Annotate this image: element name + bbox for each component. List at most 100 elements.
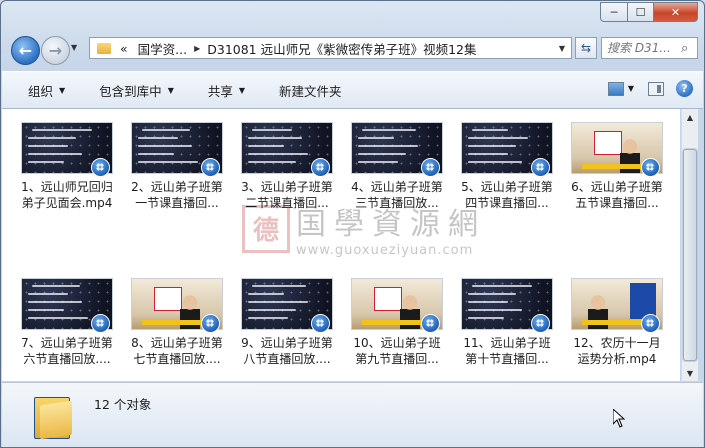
file-name-line: 第九节直播回... — [355, 352, 439, 366]
media-player-icon — [531, 314, 550, 333]
file-name: 6、远山弟子班第 五节课直播回... — [565, 179, 669, 211]
file-item[interactable]: 11、远山弟子班 第十节直播回... — [455, 279, 559, 367]
folder-icon — [97, 42, 111, 54]
file-name-line: 9、远山弟子班第 — [241, 336, 333, 350]
chevron-down-icon[interactable]: ▼ — [628, 84, 634, 93]
refresh-button[interactable]: ⇆ — [575, 37, 597, 59]
search-box[interactable]: ⌕ — [601, 37, 698, 59]
view-options-icon[interactable] — [607, 81, 624, 96]
media-player-icon — [531, 158, 550, 177]
media-player-icon — [91, 314, 110, 333]
media-player-icon — [201, 158, 220, 177]
file-item[interactable]: 7、远山弟子班第 六节直播回放.... — [15, 279, 119, 367]
scroll-down-icon[interactable]: ▼ — [682, 365, 698, 381]
file-name-line: 7、远山弟子班第 — [21, 336, 113, 350]
recent-pages-dropdown[interactable]: ▼ — [71, 43, 77, 52]
media-player-icon — [311, 314, 330, 333]
new-folder-label: 新建文件夹 — [279, 83, 342, 99]
help-icon[interactable]: ? — [676, 80, 693, 97]
file-item[interactable]: 4、远山弟子班第 三节直播回放... — [345, 123, 449, 211]
chevron-down-icon: ▼ — [167, 85, 174, 95]
watermark-seal: 德 — [242, 204, 290, 253]
file-name: 7、远山弟子班第 六节直播回放.... — [15, 335, 119, 367]
file-name: 9、远山弟子班第 八节直播回放.... — [235, 335, 339, 367]
close-button[interactable]: ✕ — [654, 2, 698, 22]
file-name: 10、远山弟子班 第九节直播回... — [345, 335, 449, 367]
file-name-line: 11、远山弟子班 — [463, 336, 551, 350]
scroll-thumb[interactable] — [683, 149, 697, 361]
forward-button[interactable]: → — [41, 36, 70, 65]
include-in-library-menu[interactable]: 包含到库中 ▼ — [99, 81, 174, 100]
file-name-line: 弟子见面会.mp4 — [21, 196, 113, 210]
media-player-icon — [421, 158, 440, 177]
file-item[interactable]: 2、远山弟子班第 一节课直播回... — [125, 123, 229, 211]
share-menu[interactable]: 共享 ▼ — [208, 81, 245, 100]
file-name: 1、远山师兄回归 弟子见面会.mp4 — [15, 179, 119, 211]
file-name-line: 六节直播回放.... — [23, 352, 111, 366]
navigation-bar: ← → ▼ « 国学资... ▶ D31081 远山师兄《紫微密传弟子班》视频1… — [9, 34, 698, 66]
file-name-line: 四节课直播回... — [465, 196, 549, 210]
file-name-line: 2、远山弟子班第 — [131, 180, 223, 194]
item-count: 12 个对象 — [94, 397, 152, 412]
file-list-area[interactable]: 德 国學資源網 www.guoxueziyuan.com 1、远山师兄回归 弟子见… — [2, 109, 680, 381]
minimize-button[interactable]: ─ — [600, 2, 628, 22]
share-label: 共享 — [207, 83, 233, 99]
breadcrumb-overflow[interactable]: « — [120, 41, 128, 56]
media-player-icon — [201, 314, 220, 333]
media-player-icon — [641, 314, 660, 333]
file-name-line: 三节直播回放... — [355, 196, 439, 210]
scroll-up-icon[interactable]: ▲ — [682, 109, 698, 125]
file-name: 2、远山弟子班第 一节课直播回... — [125, 179, 229, 211]
breadcrumb-separator-icon[interactable]: ▶ — [194, 44, 200, 53]
file-item[interactable]: 1、远山师兄回归 弟子见面会.mp4 — [15, 123, 119, 211]
file-item[interactable]: 12、农历十一月 运势分析.mp4 — [565, 279, 669, 367]
maximize-button[interactable]: ☐ — [628, 2, 654, 22]
file-name-line: 五节课直播回... — [575, 196, 659, 210]
breadcrumb-parent[interactable]: 国学资... — [138, 39, 187, 58]
file-name-line: 运势分析.mp4 — [577, 352, 657, 366]
file-name-line: 1、远山师兄回归 — [21, 180, 113, 194]
details-pane: 12 个对象 — [2, 382, 703, 447]
address-dropdown-icon[interactable]: ▼ — [559, 44, 565, 53]
file-name-line: 10、远山弟子班 — [353, 336, 441, 350]
new-folder-button[interactable]: 新建文件夹 — [279, 81, 342, 100]
file-item[interactable]: 8、远山弟子班第 七节直播回放.... — [125, 279, 229, 367]
include-in-library-label: 包含到库中 — [99, 83, 162, 99]
view-controls: ▼ ? — [607, 80, 693, 97]
media-player-icon — [91, 158, 110, 177]
file-name: 8、远山弟子班第 七节直播回放.... — [125, 335, 229, 367]
refresh-icon: ⇆ — [580, 41, 592, 55]
file-item[interactable]: 6、远山弟子班第 五节课直播回... — [565, 123, 669, 211]
watermark-url: www.guoxueziyuan.com — [296, 243, 474, 258]
file-name-line: 5、远山弟子班第 — [461, 180, 553, 194]
chevron-down-icon: ▼ — [59, 85, 66, 95]
file-item[interactable]: 9、远山弟子班第 八节直播回放.... — [235, 279, 339, 367]
file-name-line: 8、远山弟子班第 — [131, 336, 223, 350]
media-player-icon — [421, 314, 440, 333]
file-name-line: 3、远山弟子班第 — [241, 180, 333, 194]
file-name-line: 二节课直播回... — [245, 196, 329, 210]
file-item[interactable]: 5、远山弟子班第 四节课直播回... — [455, 123, 559, 211]
vertical-scrollbar[interactable]: ▲ ▼ — [681, 109, 698, 381]
organize-label: 组织 — [28, 83, 54, 99]
search-input[interactable] — [607, 41, 679, 55]
preview-pane-icon[interactable] — [648, 81, 664, 96]
file-name: 3、远山弟子班第 二节课直播回... — [235, 179, 339, 211]
organize-menu[interactable]: 组织 ▼ — [28, 81, 65, 100]
breadcrumb-current[interactable]: D31081 远山师兄《紫微密传弟子班》视频12集 — [207, 39, 476, 58]
back-button[interactable]: ← — [11, 36, 40, 65]
chevron-down-icon: ▼ — [238, 85, 246, 95]
file-name: 4、远山弟子班第 三节直播回放... — [345, 179, 449, 211]
file-name-line: 12、农历十一月 — [573, 336, 661, 350]
file-item[interactable]: 3、远山弟子班第 二节课直播回... — [235, 123, 339, 211]
address-bar[interactable]: « 国学资... ▶ D31081 远山师兄《紫微密传弟子班》视频12集 ▼ — [89, 37, 572, 59]
file-name-line: 4、远山弟子班第 — [351, 180, 443, 194]
search-icon[interactable]: ⌕ — [681, 41, 688, 56]
media-player-icon — [311, 158, 330, 177]
file-name-line: 一节课直播回... — [135, 196, 219, 210]
file-item[interactable]: 10、远山弟子班 第九节直播回... — [345, 279, 449, 367]
file-name-line: 第十节直播回... — [465, 352, 549, 366]
file-name-line: 6、远山弟子班第 — [571, 180, 663, 194]
command-toolbar: 组织 ▼ 包含到库中 ▼ 共享 ▼ 新建文件夹 ▼ ? — [2, 71, 703, 109]
media-player-icon — [641, 158, 660, 177]
